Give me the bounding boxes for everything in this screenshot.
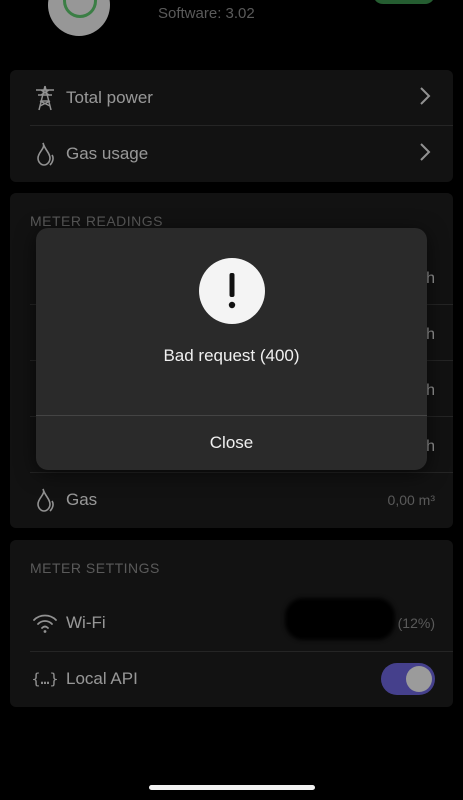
error-dialog: Bad request (400) Close bbox=[36, 228, 427, 470]
alert-circle bbox=[199, 258, 265, 324]
dialog-message: Bad request (400) bbox=[163, 346, 300, 365]
close-button[interactable]: Close bbox=[36, 416, 427, 470]
home-indicator[interactable] bbox=[149, 785, 315, 790]
exclamation-icon bbox=[228, 273, 236, 309]
